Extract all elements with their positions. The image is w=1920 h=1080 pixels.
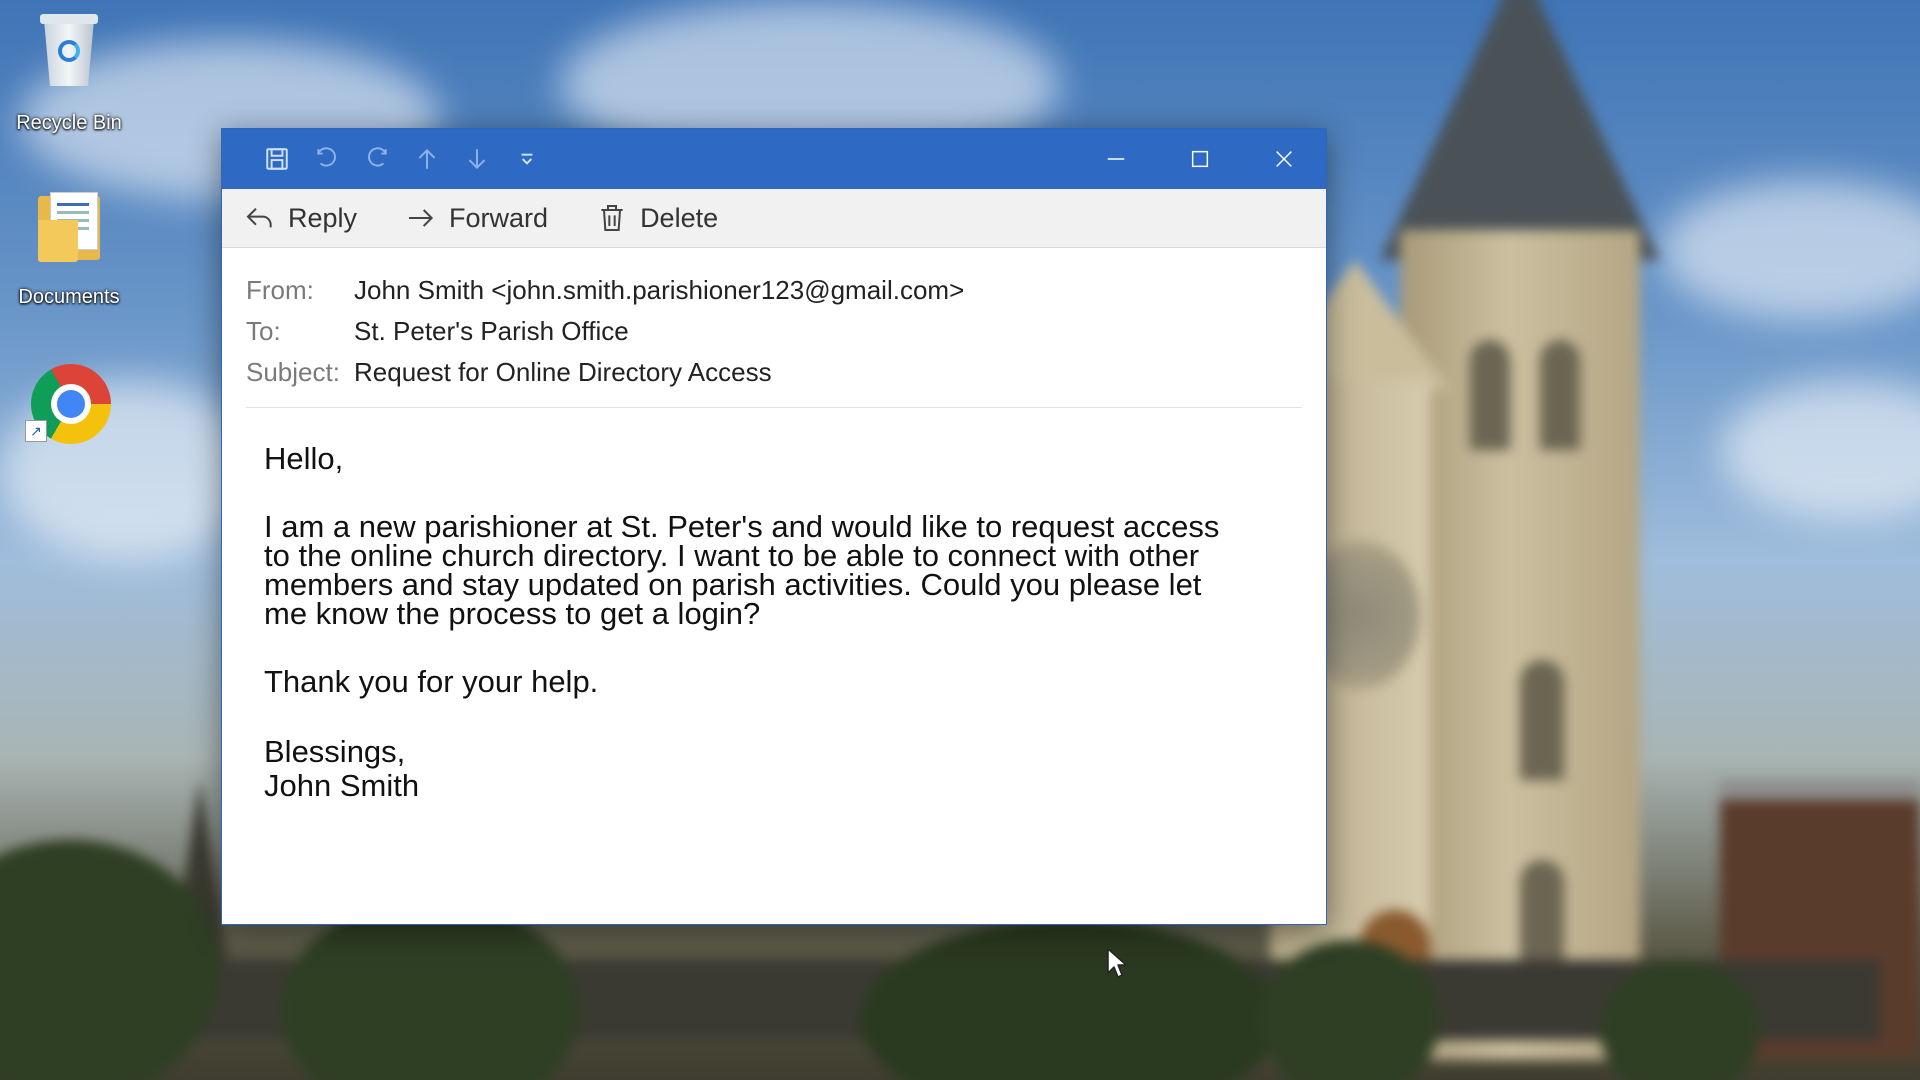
- minimize-icon: [1107, 158, 1125, 160]
- previous-item-button[interactable]: [402, 139, 452, 179]
- from-label: From:: [246, 275, 314, 305]
- subject-label: Subject:: [246, 357, 340, 387]
- save-button[interactable]: [252, 139, 302, 179]
- chrome-icon: ↗: [25, 362, 111, 446]
- recycle-bin-icon: [36, 10, 102, 88]
- to-label: To:: [246, 316, 281, 346]
- trash-icon: [601, 205, 623, 231]
- forward-icon: [409, 209, 434, 227]
- quick-access-toolbar: [252, 139, 552, 179]
- message-headers: From: John Smith <john.smith.parishioner…: [222, 248, 1326, 393]
- next-item-button[interactable]: [452, 139, 502, 179]
- maximize-icon: [1191, 150, 1209, 168]
- redo-icon: [368, 147, 387, 167]
- reply-button[interactable]: Reply: [244, 202, 357, 234]
- forward-button[interactable]: Forward: [405, 202, 548, 234]
- delete-label: Delete: [640, 202, 719, 233]
- customize-icon: [521, 153, 533, 165]
- email-window: Reply Forward Delete From: John Smith <j…: [221, 128, 1327, 978]
- customize-quick-access-button[interactable]: [502, 139, 552, 179]
- redo-button[interactable]: [352, 139, 402, 179]
- window-controls: [1074, 129, 1326, 189]
- forward-label: Forward: [449, 202, 549, 233]
- body-greeting: Hello,: [264, 441, 344, 476]
- from-row: From: John Smith <john.smith.parishioner…: [246, 270, 1326, 311]
- desktop-icon-documents[interactable]: Documents: [0, 190, 138, 309]
- desktop-icon-label: Recycle Bin: [16, 112, 122, 134]
- delete-button[interactable]: Delete: [596, 202, 718, 234]
- reply-label: Reply: [288, 202, 358, 233]
- body-signature-block: Blessings, John Smith: [264, 735, 1286, 803]
- up-arrow-icon: [418, 148, 436, 169]
- body-line: me know the process to get a login?: [264, 596, 761, 631]
- maximize-button[interactable]: [1158, 129, 1242, 189]
- undo-icon: [317, 147, 336, 167]
- minimize-button[interactable]: [1074, 129, 1158, 189]
- mouse-cursor-icon: [1107, 948, 1127, 978]
- body-signature: John Smith: [264, 768, 420, 803]
- desktop-icon-recycle-bin[interactable]: Recycle Bin: [0, 10, 138, 135]
- to-value[interactable]: St. Peter's Parish Office: [354, 316, 629, 347]
- subject-value: Request for Online Directory Access: [354, 357, 772, 387]
- shortcut-arrow-icon: ↗: [25, 420, 47, 442]
- down-arrow-icon: [468, 149, 486, 170]
- reply-icon: [246, 207, 272, 228]
- title-bar[interactable]: [222, 129, 1326, 189]
- desktop-icon-label: Documents: [18, 286, 120, 308]
- close-button[interactable]: [1242, 129, 1326, 189]
- from-value[interactable]: John Smith <john.smith.parishioner123@gm…: [354, 275, 964, 306]
- body-paragraph: I am a new parishioner at St. Peter's an…: [264, 511, 1286, 631]
- close-icon: [1276, 151, 1292, 167]
- save-icon: [266, 148, 288, 170]
- message-toolbar: Reply Forward Delete: [222, 189, 1326, 248]
- undo-button[interactable]: [302, 139, 352, 179]
- to-row: To: St. Peter's Parish Office: [246, 311, 1326, 352]
- folder-icon: [34, 190, 104, 262]
- body-closing: Blessings,: [264, 734, 406, 769]
- desktop-icon-chrome[interactable]: ↗: [0, 362, 138, 446]
- message-body: Hello, I am a new parishioner at St. Pet…: [222, 408, 1326, 803]
- body-thanks: Thank you for your help.: [264, 664, 599, 699]
- subject-row: Subject: Request for Online Directory Ac…: [246, 352, 1326, 393]
